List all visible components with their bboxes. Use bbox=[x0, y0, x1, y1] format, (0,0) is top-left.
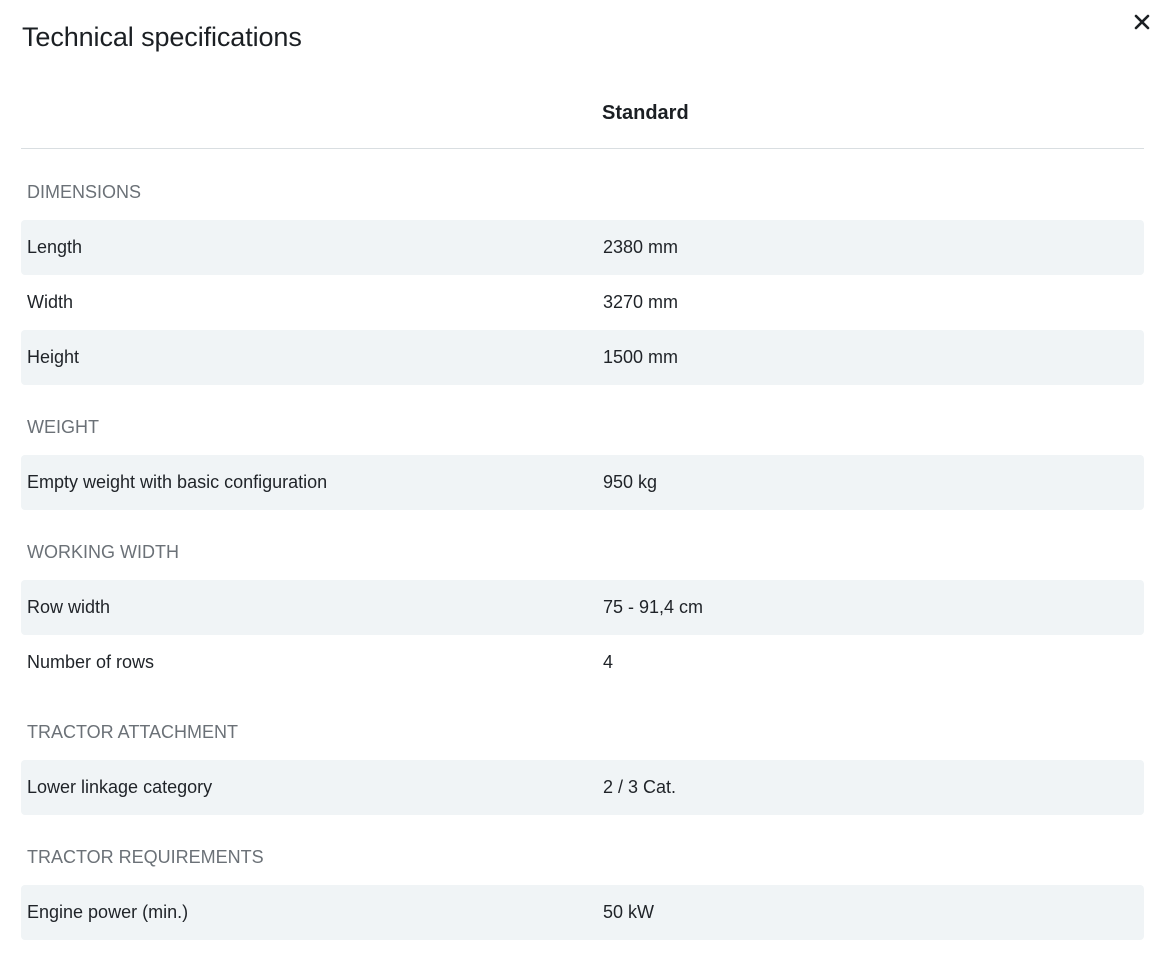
section-tractor-requirements: TRACTOR REQUIREMENTS Engine power (min.)… bbox=[21, 815, 1144, 940]
section-title: DIMENSIONS bbox=[27, 182, 142, 202]
spec-value: 50 kW bbox=[603, 902, 655, 922]
section-tractor-attachment: TRACTOR ATTACHMENT Lower linkage categor… bbox=[21, 690, 1144, 815]
spec-value: 2380 mm bbox=[603, 237, 679, 257]
column-header-standard: Standard bbox=[602, 102, 689, 124]
spec-table-body: DIMENSIONS Length 2380 mm Width 3270 mm … bbox=[21, 150, 1144, 940]
spec-label: Engine power (min.) bbox=[27, 902, 189, 922]
spec-value: 4 bbox=[603, 652, 614, 672]
section-working-width: WORKING WIDTH Row width 75 - 91,4 cm Num… bbox=[21, 510, 1144, 690]
spec-value: 950 kg bbox=[603, 472, 658, 492]
spec-row: Width 3270 mm bbox=[21, 275, 1144, 330]
section-title: WEIGHT bbox=[27, 417, 99, 437]
spec-value: 1500 mm bbox=[603, 347, 679, 367]
section-weight: WEIGHT Empty weight with basic configura… bbox=[21, 385, 1144, 510]
spec-label: Height bbox=[27, 347, 80, 367]
spec-table-header: Standard bbox=[21, 78, 1144, 149]
section-title: TRACTOR ATTACHMENT bbox=[27, 722, 238, 742]
spec-label: Width bbox=[27, 292, 74, 312]
section-dimensions: DIMENSIONS Length 2380 mm Width 3270 mm … bbox=[21, 150, 1144, 385]
modal-title: Technical specifications bbox=[22, 22, 302, 52]
spec-row: Length 2380 mm bbox=[21, 220, 1144, 275]
section-title: WORKING WIDTH bbox=[27, 542, 179, 562]
spec-row: Number of rows 4 bbox=[21, 635, 1144, 690]
spec-row: Engine power (min.) 50 kW bbox=[21, 885, 1144, 940]
close-button[interactable] bbox=[1128, 8, 1156, 36]
spec-row: Row width 75 - 91,4 cm bbox=[21, 580, 1144, 635]
spec-label: Empty weight with basic configuration bbox=[27, 472, 328, 492]
spec-label: Number of rows bbox=[27, 652, 155, 672]
spec-value: 3270 mm bbox=[603, 292, 679, 312]
section-title: TRACTOR REQUIREMENTS bbox=[27, 847, 264, 867]
spec-label: Lower linkage category bbox=[27, 777, 213, 797]
spec-label: Row width bbox=[27, 597, 111, 617]
close-icon bbox=[1134, 14, 1150, 30]
spec-row: Lower linkage category 2 / 3 Cat. bbox=[21, 760, 1144, 815]
spec-row: Empty weight with basic configuration 95… bbox=[21, 455, 1144, 510]
spec-label: Length bbox=[27, 237, 83, 257]
spec-value: 2 / 3 Cat. bbox=[603, 777, 677, 797]
spec-value: 75 - 91,4 cm bbox=[603, 597, 704, 617]
spec-row: Height 1500 mm bbox=[21, 330, 1144, 385]
